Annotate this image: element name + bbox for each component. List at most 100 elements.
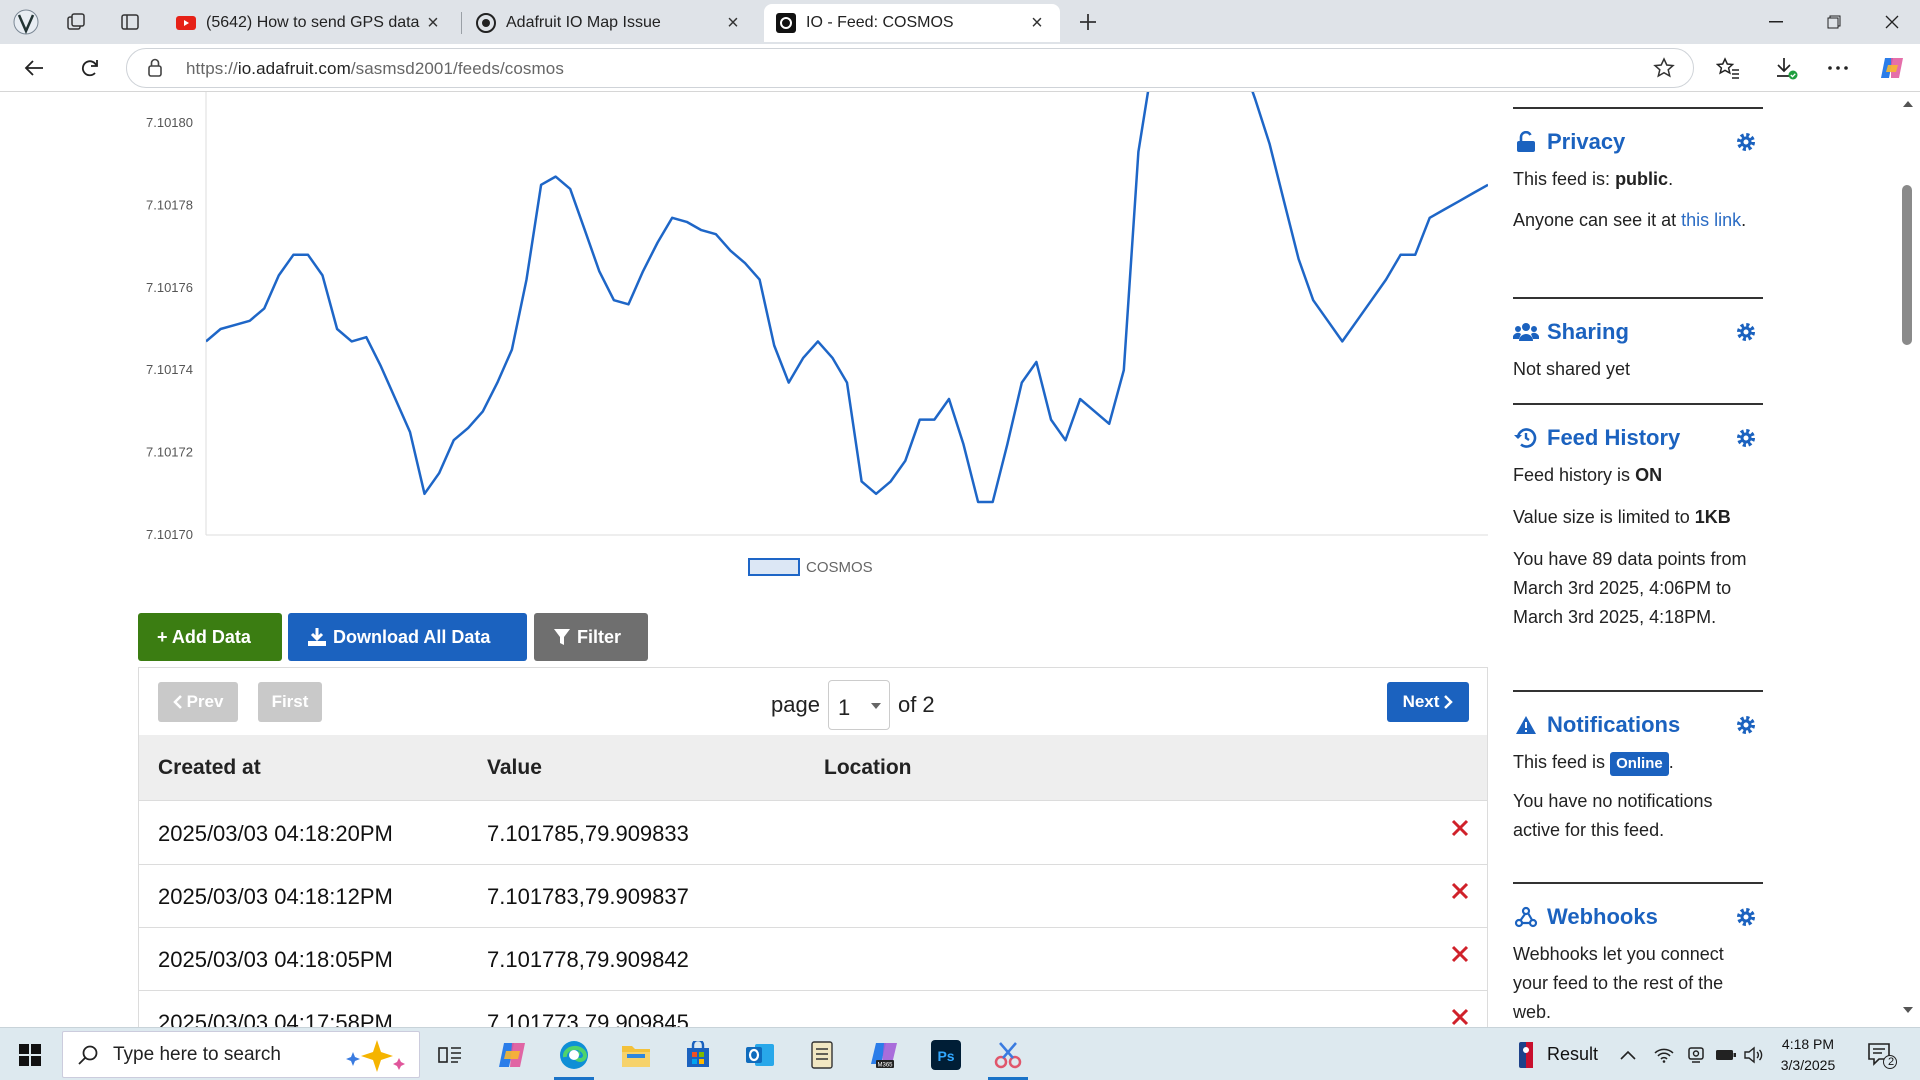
download-icon xyxy=(308,628,326,646)
copilot-icon[interactable] xyxy=(1874,52,1910,84)
scroll-up-icon[interactable] xyxy=(1902,100,1914,108)
url-text: https://io.adafruit.com/sasmsd2001/feeds… xyxy=(186,59,564,78)
gear-icon[interactable] xyxy=(1735,131,1757,153)
favorite-star-icon[interactable] xyxy=(1653,57,1675,79)
value-size-text: Value size is limited to 1KB xyxy=(1513,507,1731,527)
page-scrollbar[interactable] xyxy=(1896,92,1920,1027)
this-link[interactable]: this link xyxy=(1681,210,1741,230)
column-location[interactable]: Location xyxy=(824,756,912,780)
feed-online-text: This feed is Online. xyxy=(1513,748,1763,777)
created-at-cell: 2025/03/03 04:17:58PM xyxy=(158,1010,393,1027)
notification-center-icon[interactable]: 2 xyxy=(1862,1034,1902,1076)
add-data-button[interactable]: + Add Data xyxy=(138,613,282,661)
page-number-select[interactable]: 1 xyxy=(827,680,890,730)
scrollbar-thumb[interactable] xyxy=(1902,185,1912,345)
wifi-icon[interactable] xyxy=(1648,1034,1680,1076)
scroll-down-icon[interactable] xyxy=(1902,1006,1914,1014)
notifications-title[interactable]: Notifications xyxy=(1547,712,1680,738)
svg-text:M365: M365 xyxy=(877,1063,893,1069)
tab-title: IO - Feed: COSMOS xyxy=(806,14,954,31)
delete-row-icon[interactable] xyxy=(1451,819,1469,837)
address-bar[interactable]: https://io.adafruit.com/sasmsd2001/feeds… xyxy=(126,48,1694,88)
favorites-icon[interactable] xyxy=(1710,52,1746,84)
close-tab-icon[interactable]: × xyxy=(1026,12,1048,35)
gear-icon[interactable] xyxy=(1735,321,1757,343)
workspaces-icon[interactable] xyxy=(60,7,92,37)
created-at-cell: 2025/03/03 04:18:20PM xyxy=(158,821,393,846)
microsoft-store-icon[interactable] xyxy=(674,1034,722,1076)
value-cell: 7.101778,79.909842 xyxy=(487,947,689,972)
show-hidden-icons-icon[interactable] xyxy=(1610,1034,1646,1076)
next-label: Next xyxy=(1402,692,1440,711)
legend-label: COSMOS xyxy=(806,558,873,576)
svg-text:Ps: Ps xyxy=(937,1048,954,1064)
sharing-title[interactable]: Sharing xyxy=(1547,319,1629,345)
tab-io-feed-cosmos[interactable]: IO - Feed: COSMOS × xyxy=(764,4,1060,42)
gear-icon[interactable] xyxy=(1735,714,1757,736)
tab-youtube[interactable]: (5642) How to send GPS data to A × xyxy=(164,4,456,42)
youtube-icon xyxy=(176,13,196,33)
webhooks-title[interactable]: Webhooks xyxy=(1547,904,1658,930)
nba-news-icon[interactable] xyxy=(1502,1034,1550,1076)
y-tick-label: 7.10176 xyxy=(146,280,193,295)
downloads-icon[interactable] xyxy=(1768,52,1804,84)
privacy-title[interactable]: Privacy xyxy=(1547,129,1625,155)
prev-page-button[interactable]: Prev xyxy=(158,682,238,722)
file-explorer-icon[interactable] xyxy=(612,1034,660,1076)
column-created-at[interactable]: Created at xyxy=(158,756,261,780)
notepad-app-icon[interactable] xyxy=(798,1034,846,1076)
clock-date: 3/3/2025 xyxy=(1780,1057,1836,1073)
close-window-icon[interactable] xyxy=(1864,0,1920,44)
series-line-cosmos[interactable] xyxy=(206,92,1488,504)
taskbar-clock[interactable]: 4:18 PM 3/3/2025 xyxy=(1768,1034,1848,1076)
copilot-app-icon[interactable] xyxy=(488,1034,536,1076)
table-row[interactable]: 2025/03/03 04:18:12PM 7.101783,79.909837 xyxy=(139,865,1487,928)
refresh-icon[interactable] xyxy=(72,52,108,84)
chevron-right-icon xyxy=(1444,695,1454,709)
more-options-icon[interactable] xyxy=(1820,52,1856,84)
snipping-tool-icon[interactable] xyxy=(984,1034,1032,1080)
delete-row-icon[interactable] xyxy=(1451,1008,1469,1026)
next-page-button[interactable]: Next xyxy=(1387,682,1469,722)
minimize-icon[interactable] xyxy=(1748,0,1804,44)
volume-icon[interactable] xyxy=(1738,1034,1770,1076)
task-view-icon[interactable] xyxy=(426,1034,474,1076)
close-tab-icon[interactable]: × xyxy=(422,12,444,35)
add-data-label: + Add Data xyxy=(157,626,251,647)
taskbar-search-box[interactable]: Type here to search xyxy=(62,1031,420,1078)
delete-row-icon[interactable] xyxy=(1451,882,1469,900)
table-row[interactable]: 2025/03/03 04:17:58PM 7.101773,79.909845 xyxy=(139,991,1487,1027)
chart-legend[interactable]: COSMOS xyxy=(748,558,873,576)
sharing-section: Sharing Not shared yet xyxy=(1513,297,1763,384)
edge-browser-icon[interactable] xyxy=(550,1034,598,1080)
gear-icon[interactable] xyxy=(1735,906,1757,928)
browser-profile-icon[interactable] xyxy=(10,7,42,37)
windows-start-icon[interactable] xyxy=(6,1034,54,1076)
webcam-icon[interactable] xyxy=(1680,1034,1712,1076)
delete-row-icon[interactable] xyxy=(1451,945,1469,963)
close-tab-icon[interactable]: × xyxy=(722,12,744,35)
feed-history-title[interactable]: Feed History xyxy=(1547,425,1680,451)
webhooks-section: Webhooks Webhooks let you connect your f… xyxy=(1513,882,1763,1027)
photoshop-icon[interactable]: Ps xyxy=(922,1034,970,1076)
column-value[interactable]: Value xyxy=(487,756,542,780)
table-row[interactable]: 2025/03/03 04:18:05PM 7.101778,79.909842 xyxy=(139,928,1487,991)
first-label: First xyxy=(271,692,309,711)
gear-icon[interactable] xyxy=(1735,427,1757,449)
privacy-status-text: This feed is: public. xyxy=(1513,169,1674,189)
tab-title: (5642) How to send GPS data to A xyxy=(206,14,422,31)
lock-icon[interactable] xyxy=(147,58,163,78)
y-tick-label: 7.10174 xyxy=(146,362,193,377)
download-all-data-button[interactable]: Download All Data xyxy=(288,613,527,661)
tab-adafruit-map-issue[interactable]: Adafruit IO Map Issue × xyxy=(464,4,756,42)
filter-button[interactable]: Filter xyxy=(534,613,648,661)
microsoft-365-icon[interactable]: M365 xyxy=(860,1034,908,1076)
back-icon[interactable] xyxy=(16,52,52,84)
first-page-button[interactable]: First xyxy=(258,682,322,722)
news-result-label[interactable]: Result xyxy=(1547,1044,1598,1065)
table-row[interactable]: 2025/03/03 04:18:20PM 7.101785,79.909833 xyxy=(139,802,1487,865)
new-tab-icon[interactable] xyxy=(1072,7,1104,37)
restore-icon[interactable] xyxy=(1806,0,1862,44)
outlook-icon[interactable] xyxy=(736,1034,784,1076)
tab-actions-icon[interactable] xyxy=(114,7,146,37)
